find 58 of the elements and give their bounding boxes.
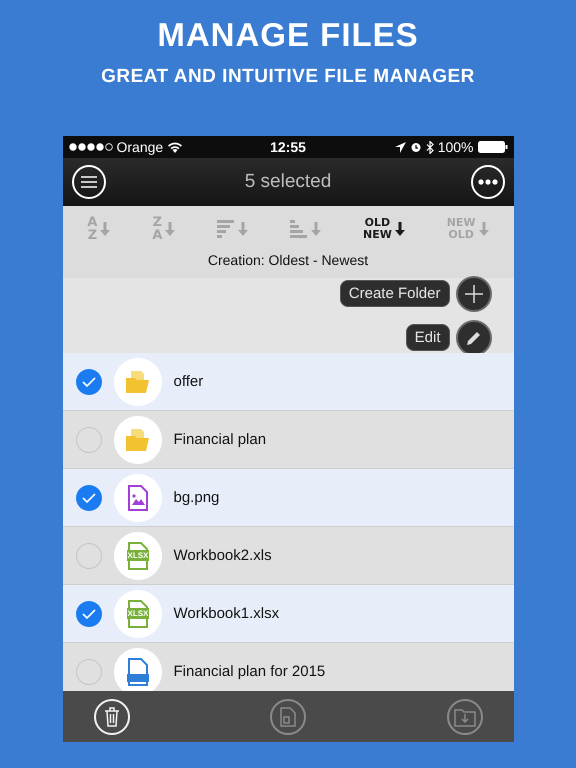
status-time: 12:55 <box>270 139 306 155</box>
selection-checkbox[interactable] <box>76 368 102 394</box>
selection-checkbox[interactable] <box>76 658 102 684</box>
pencil-button[interactable] <box>456 320 492 356</box>
folder-icon <box>124 428 150 452</box>
file-name[interactable]: offer <box>174 373 204 390</box>
signal-icon <box>68 143 112 151</box>
location-icon <box>394 142 406 152</box>
document-file-icon <box>126 658 148 686</box>
more-button[interactable] <box>470 165 504 199</box>
move-to-folder-button[interactable] <box>446 698 482 734</box>
carrier-name: Orange <box>116 139 164 155</box>
down-arrow-icon <box>238 222 248 236</box>
selection-checkbox[interactable] <box>76 600 102 626</box>
file-name[interactable]: Workbook1.xlsx <box>174 605 280 622</box>
file-type-label: XLSX <box>126 550 150 560</box>
archive-button[interactable] <box>270 698 306 734</box>
document-icon <box>280 706 296 726</box>
more-icon <box>478 179 498 185</box>
sort-button[interactable]: OLD NEW <box>362 217 405 241</box>
selection-checkbox[interactable] <box>76 426 102 452</box>
folder-download-icon <box>454 706 476 726</box>
plus-icon <box>464 284 484 304</box>
sort-description: Creation: Oldest - Newest <box>208 252 368 268</box>
create-folder-button[interactable]: Create Folder <box>340 280 450 307</box>
down-arrow-icon <box>100 222 110 236</box>
folder-icon <box>124 370 150 394</box>
checkmark-icon <box>82 608 96 618</box>
menu-button[interactable] <box>72 165 106 199</box>
bars-icon <box>290 219 308 239</box>
headline: MANAGE FILES <box>157 16 419 54</box>
down-arrow-icon <box>165 222 176 236</box>
image-file-icon <box>128 484 148 510</box>
file-name[interactable]: bg.png <box>174 489 220 506</box>
wifi-icon <box>167 141 184 153</box>
selection-checkbox[interactable] <box>76 484 102 510</box>
file-type-label: XLSX <box>126 608 150 618</box>
trash-icon <box>104 706 120 726</box>
file-name[interactable]: Financial plan for 2015 <box>174 663 326 680</box>
alarm-icon <box>410 141 422 153</box>
menu-icon <box>80 176 96 188</box>
checkmark-icon <box>82 492 96 502</box>
plus-button[interactable] <box>456 276 492 312</box>
battery-percentage: 100% <box>438 139 474 155</box>
selection-checkbox[interactable] <box>76 542 102 568</box>
trash-button[interactable] <box>94 698 130 734</box>
down-arrow-icon <box>478 222 489 236</box>
bluetooth-icon <box>426 140 434 154</box>
subheadline: GREAT AND INTUITIVE FILE MANAGER <box>101 66 475 88</box>
bars-icon <box>217 219 236 239</box>
selection-count-title: 5 selected <box>244 171 332 193</box>
edit-button[interactable]: Edit <box>406 324 450 351</box>
file-name[interactable]: Workbook2.xls <box>174 547 272 564</box>
down-arrow-icon <box>394 222 405 236</box>
file-name[interactable]: Financial plan <box>174 431 266 448</box>
checkmark-icon <box>82 376 96 386</box>
battery-icon <box>478 141 508 153</box>
down-arrow-icon <box>311 222 322 236</box>
